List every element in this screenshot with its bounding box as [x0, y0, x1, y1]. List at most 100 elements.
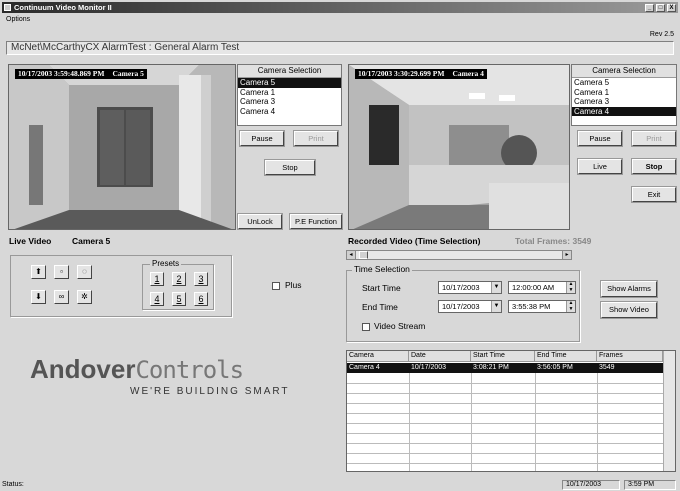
end-time-spinner[interactable]: 3:55:38 PM ▲ ▼ — [508, 300, 576, 313]
scroll-right-arrow[interactable]: ▸ — [562, 251, 571, 259]
scroll-thumb[interactable] — [359, 251, 368, 259]
table-header[interactable]: Frames — [597, 351, 663, 362]
status-time: 3:59 PM — [624, 480, 676, 490]
recorded-timestamp: 10/17/2003 3:30:29.699 PM — [358, 69, 445, 78]
status-label: Status: — [2, 481, 24, 488]
show-alarms-button[interactable]: Show Alarms — [601, 281, 657, 297]
pe-function-button[interactable]: P.E Function — [290, 214, 342, 229]
office-scene-image — [349, 65, 569, 229]
tilt-down-button[interactable]: ⬇ — [31, 290, 46, 304]
status-bar: Status: 10/17/2003 3:59 PM — [2, 480, 678, 490]
recorded-timestamp-overlay: 10/17/2003 3:30:29.699 PM Camera 4 — [355, 69, 487, 79]
table-row[interactable]: Camera 4 10/17/2003 3:08:21 PM 3:56:05 P… — [347, 363, 663, 373]
video-stream-label: Video Stream — [374, 321, 426, 331]
focus-far-button[interactable]: ✲ — [77, 290, 92, 304]
grid-divider — [347, 413, 663, 414]
end-date-dropdown[interactable]: 10/17/2003 ▼ — [438, 300, 502, 313]
preset-button[interactable]: 3 — [194, 272, 208, 286]
plus-label: Plus — [285, 280, 302, 290]
video-stream-checkbox[interactable] — [362, 323, 370, 331]
table-header[interactable]: Date — [409, 351, 471, 362]
start-date-value: 10/17/2003 — [442, 283, 480, 292]
recorded-print-button[interactable]: Print — [632, 131, 676, 146]
live-print-button[interactable]: Print — [294, 131, 338, 146]
recorded-camera-item[interactable]: Camera 3 — [572, 97, 676, 107]
close-button[interactable]: X — [667, 4, 676, 12]
table-cell: 3:08:21 PM — [473, 364, 509, 371]
table-cell: 10/17/2003 — [411, 364, 447, 371]
unlock-button[interactable]: UnLock — [238, 214, 282, 229]
app-icon — [4, 4, 11, 11]
plus-checkbox[interactable] — [272, 282, 280, 290]
live-video-label: Live Video — [9, 236, 52, 246]
grid-divider — [597, 373, 598, 471]
logo-tagline: WE'RE BUILDING SMART — [130, 386, 290, 397]
zoom-out-button[interactable]: ∞ — [54, 290, 69, 304]
table-cell: 3:56:05 PM — [537, 364, 573, 371]
preset-button[interactable]: 1 — [150, 272, 164, 286]
app-window: Continuum Video Monitor II _ □ X Options… — [0, 0, 680, 491]
recorded-video-feed[interactable]: 10/17/2003 3:30:29.699 PM Camera 4 — [348, 64, 570, 230]
end-time-label: End Time — [362, 302, 398, 312]
spin-arrows-icon[interactable]: ▲ ▼ — [566, 300, 575, 312]
table-scrollbar[interactable] — [663, 351, 675, 471]
show-video-button[interactable]: Show Video — [601, 302, 657, 318]
tilt-up-button[interactable]: ⬆ — [31, 265, 46, 279]
live-timestamp: 10/17/2003 3:59:48.869 PM — [18, 69, 105, 78]
hallway-scene-image — [9, 65, 235, 229]
grid-divider — [471, 373, 472, 471]
grid-divider — [347, 403, 663, 404]
grid-divider — [347, 443, 663, 444]
live-mode-button[interactable]: Live — [578, 159, 622, 174]
recorded-video-label: Recorded Video (Time Selection) — [348, 236, 481, 246]
total-frames-label: Total Frames: 3549 — [515, 236, 592, 246]
start-time-spinner[interactable]: 12:00:00 AM ▲ ▼ — [508, 281, 576, 294]
preset-button[interactable]: 6 — [194, 292, 208, 306]
live-stop-button[interactable]: Stop — [265, 160, 315, 175]
window-title: Continuum Video Monitor II — [14, 3, 112, 12]
spin-arrows-icon[interactable]: ▲ ▼ — [566, 281, 575, 293]
grid-divider — [347, 453, 663, 454]
preset-button[interactable]: 5 — [172, 292, 186, 306]
grid-divider — [347, 393, 663, 394]
focus-near-button[interactable]: ◌ — [77, 265, 92, 279]
grid-divider — [409, 373, 410, 471]
timeline-scrollbar[interactable]: ◂ ▸ — [346, 250, 572, 260]
preset-button[interactable]: 2 — [172, 272, 186, 286]
live-video-feed[interactable]: 10/17/2003 3:59:48.869 PM Camera 5 — [8, 64, 236, 230]
live-camera-label: Camera 5 — [72, 236, 111, 246]
live-camera-item[interactable]: Camera 3 — [238, 97, 341, 107]
andover-controls-logo: AndoverControls — [30, 354, 244, 385]
presets-title: Presets — [150, 259, 182, 268]
preset-button[interactable]: 4 — [150, 292, 164, 306]
live-camera-item[interactable]: Camera 5 — [238, 78, 341, 88]
recorded-camera-item[interactable]: Camera 1 — [572, 88, 676, 98]
scroll-left-arrow[interactable]: ◂ — [347, 251, 356, 259]
table-header[interactable]: Start Time — [471, 351, 535, 362]
table-header[interactable]: End Time — [535, 351, 597, 362]
live-camera-item[interactable]: Camera 1 — [238, 88, 341, 98]
zoom-in-button[interactable]: ▫ — [54, 265, 69, 279]
recorded-stop-button[interactable]: Stop — [632, 159, 676, 174]
grid-divider — [347, 463, 663, 464]
alarm-title: McNet\McCarthyCX AlarmTest : General Ala… — [6, 41, 674, 55]
start-date-dropdown[interactable]: 10/17/2003 ▼ — [438, 281, 502, 294]
live-pause-button[interactable]: Pause — [240, 131, 284, 146]
logo-word-andover: Andover — [30, 354, 136, 384]
recordings-table: Camera Date Start Time End Time Frames C… — [346, 350, 676, 472]
exit-button[interactable]: Exit — [632, 187, 676, 202]
live-camera-overlay: Camera 5 — [112, 69, 144, 78]
live-camera-selection: Camera Selection Camera 5 Camera 1 Camer… — [237, 64, 342, 126]
live-camera-item[interactable]: Camera 4 — [238, 107, 341, 117]
minimize-button[interactable]: _ — [645, 4, 654, 12]
menu-options[interactable]: Options — [6, 16, 30, 23]
table-header[interactable]: Camera — [347, 351, 409, 362]
version-label: Rev 2.5 — [649, 31, 674, 38]
recorded-pause-button[interactable]: Pause — [578, 131, 622, 146]
live-camera-selection-header: Camera Selection — [238, 65, 341, 78]
chevron-down-icon[interactable]: ▼ — [491, 282, 501, 293]
maximize-button[interactable]: □ — [656, 4, 665, 12]
chevron-down-icon[interactable]: ▼ — [491, 301, 501, 312]
recorded-camera-item[interactable]: Camera 4 — [572, 106, 676, 116]
recorded-camera-item[interactable]: Camera 5 — [572, 78, 676, 88]
